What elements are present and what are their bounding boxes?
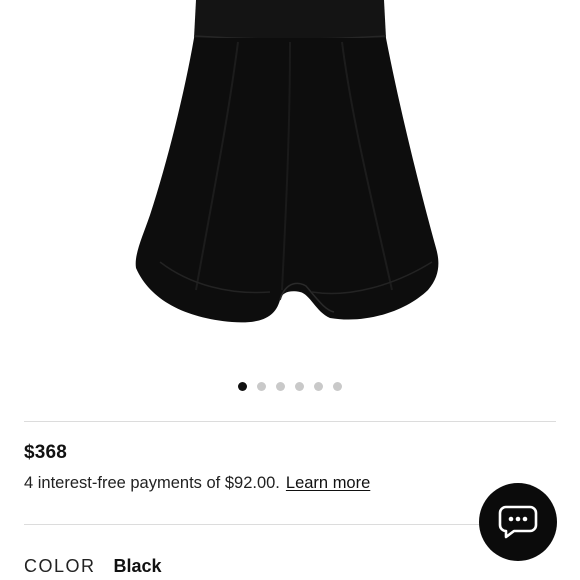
chat-bubble-icon: [498, 505, 538, 539]
carousel-dot-3[interactable]: [276, 382, 285, 391]
color-value: Black: [113, 556, 162, 576]
divider-bottom: [24, 524, 556, 525]
color-label: COLOR: [24, 556, 96, 576]
divider-top: [24, 421, 556, 422]
carousel-dot-4[interactable]: [295, 382, 304, 391]
image-carousel-dots: [0, 382, 580, 392]
installment-text: 4 interest-free payments of $92.00.: [24, 474, 280, 492]
color-selector: COLOR Black: [24, 556, 162, 577]
carousel-dot-1[interactable]: [238, 382, 247, 391]
carousel-dot-5[interactable]: [314, 382, 323, 391]
dress-illustration: [135, 0, 439, 323]
carousel-dot-6[interactable]: [333, 382, 342, 391]
installment-info: 4 interest-free payments of $92.00. Learn…: [24, 474, 370, 493]
product-price: $368: [24, 442, 68, 463]
carousel-dot-2[interactable]: [257, 382, 266, 391]
chat-button[interactable]: [479, 483, 557, 561]
product-image[interactable]: [0, 0, 580, 360]
learn-more-link[interactable]: Learn more: [286, 474, 370, 492]
